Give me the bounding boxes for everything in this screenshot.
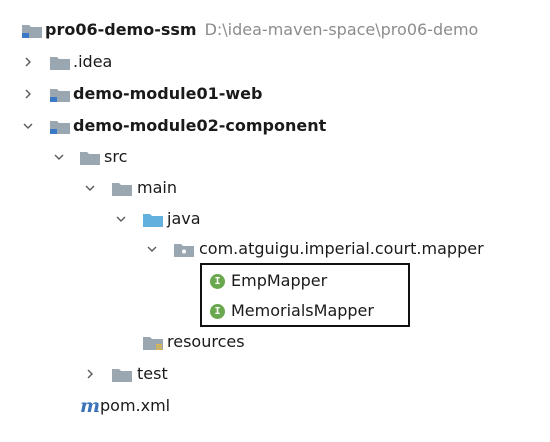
tree-row-resources[interactable]: resources <box>0 328 550 356</box>
folder-label: main <box>137 178 177 197</box>
module-label: demo-module01-web <box>73 84 263 103</box>
chevron-down-icon[interactable] <box>146 235 158 263</box>
folder-label: test <box>137 364 168 383</box>
chevron-down-icon[interactable] <box>22 112 34 140</box>
source-folder-icon <box>143 212 163 227</box>
tree-row-pom[interactable]: m pom.xml <box>0 392 550 420</box>
interface-icon: I <box>210 274 225 289</box>
package-icon <box>174 242 194 257</box>
class-label: MemorialsMapper <box>231 301 374 320</box>
chevron-down-icon[interactable] <box>53 143 65 171</box>
folder-icon <box>80 150 100 165</box>
module-label: demo-module02-component <box>73 116 327 135</box>
tree-row-project[interactable]: pro06-demo-ssm D:\idea-maven-space\pro06-… <box>0 16 550 44</box>
folder-icon <box>112 367 132 382</box>
module-folder-icon <box>22 23 42 38</box>
resources-folder-icon <box>143 335 163 350</box>
folder-label: resources <box>167 332 245 351</box>
module-folder-icon <box>50 119 70 134</box>
module-folder-icon <box>50 87 70 102</box>
tree-row-java[interactable]: java <box>0 205 550 233</box>
chevron-right-icon[interactable] <box>84 360 96 388</box>
project-name: pro06-demo-ssm D:\idea-maven-space\pro06-… <box>45 20 479 39</box>
class-label: EmpMapper <box>231 271 328 290</box>
tree-row-package[interactable]: com.atguigu.imperial.court.mapper <box>0 235 550 263</box>
tree-row-src[interactable]: src <box>0 143 550 171</box>
maven-icon: m <box>80 395 101 417</box>
folder-label: .idea <box>73 52 113 71</box>
chevron-down-icon[interactable] <box>84 174 96 202</box>
interface-icon: I <box>210 304 225 319</box>
folder-icon <box>112 181 132 196</box>
tree-row-web-module[interactable]: demo-module01-web <box>0 80 550 108</box>
folder-icon <box>50 55 70 70</box>
folder-label: src <box>104 147 128 166</box>
tree-row-idea[interactable]: .idea <box>0 48 550 76</box>
folder-label: java <box>167 209 201 228</box>
chevron-down-icon[interactable] <box>115 205 127 233</box>
tree-row-memorials-mapper[interactable]: I MemorialsMapper <box>0 297 550 325</box>
tree-row-test[interactable]: test <box>0 360 550 388</box>
project-path: D:\idea-maven-space\pro06-demo <box>204 20 479 39</box>
chevron-right-icon[interactable] <box>22 80 34 108</box>
chevron-right-icon[interactable] <box>22 48 34 76</box>
package-label: com.atguigu.imperial.court.mapper <box>199 239 484 258</box>
file-label: pom.xml <box>100 396 171 415</box>
project-tree: pro06-demo-ssm D:\idea-maven-space\pro06-… <box>0 0 550 442</box>
tree-row-component-module[interactable]: demo-module02-component <box>0 112 550 140</box>
tree-row-emp-mapper[interactable]: I EmpMapper <box>0 267 550 295</box>
tree-row-main[interactable]: main <box>0 174 550 202</box>
